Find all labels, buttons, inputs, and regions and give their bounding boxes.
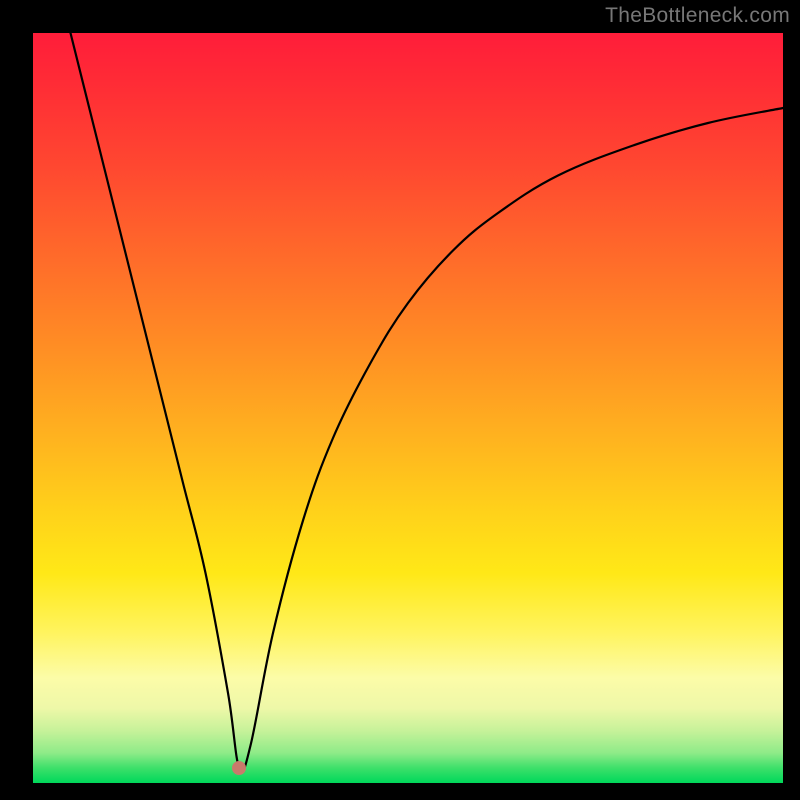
chart-frame: TheBottleneck.com	[0, 0, 800, 800]
watermark-text: TheBottleneck.com	[605, 4, 790, 28]
bottleneck-curve	[33, 33, 783, 783]
plot-area	[33, 33, 783, 783]
